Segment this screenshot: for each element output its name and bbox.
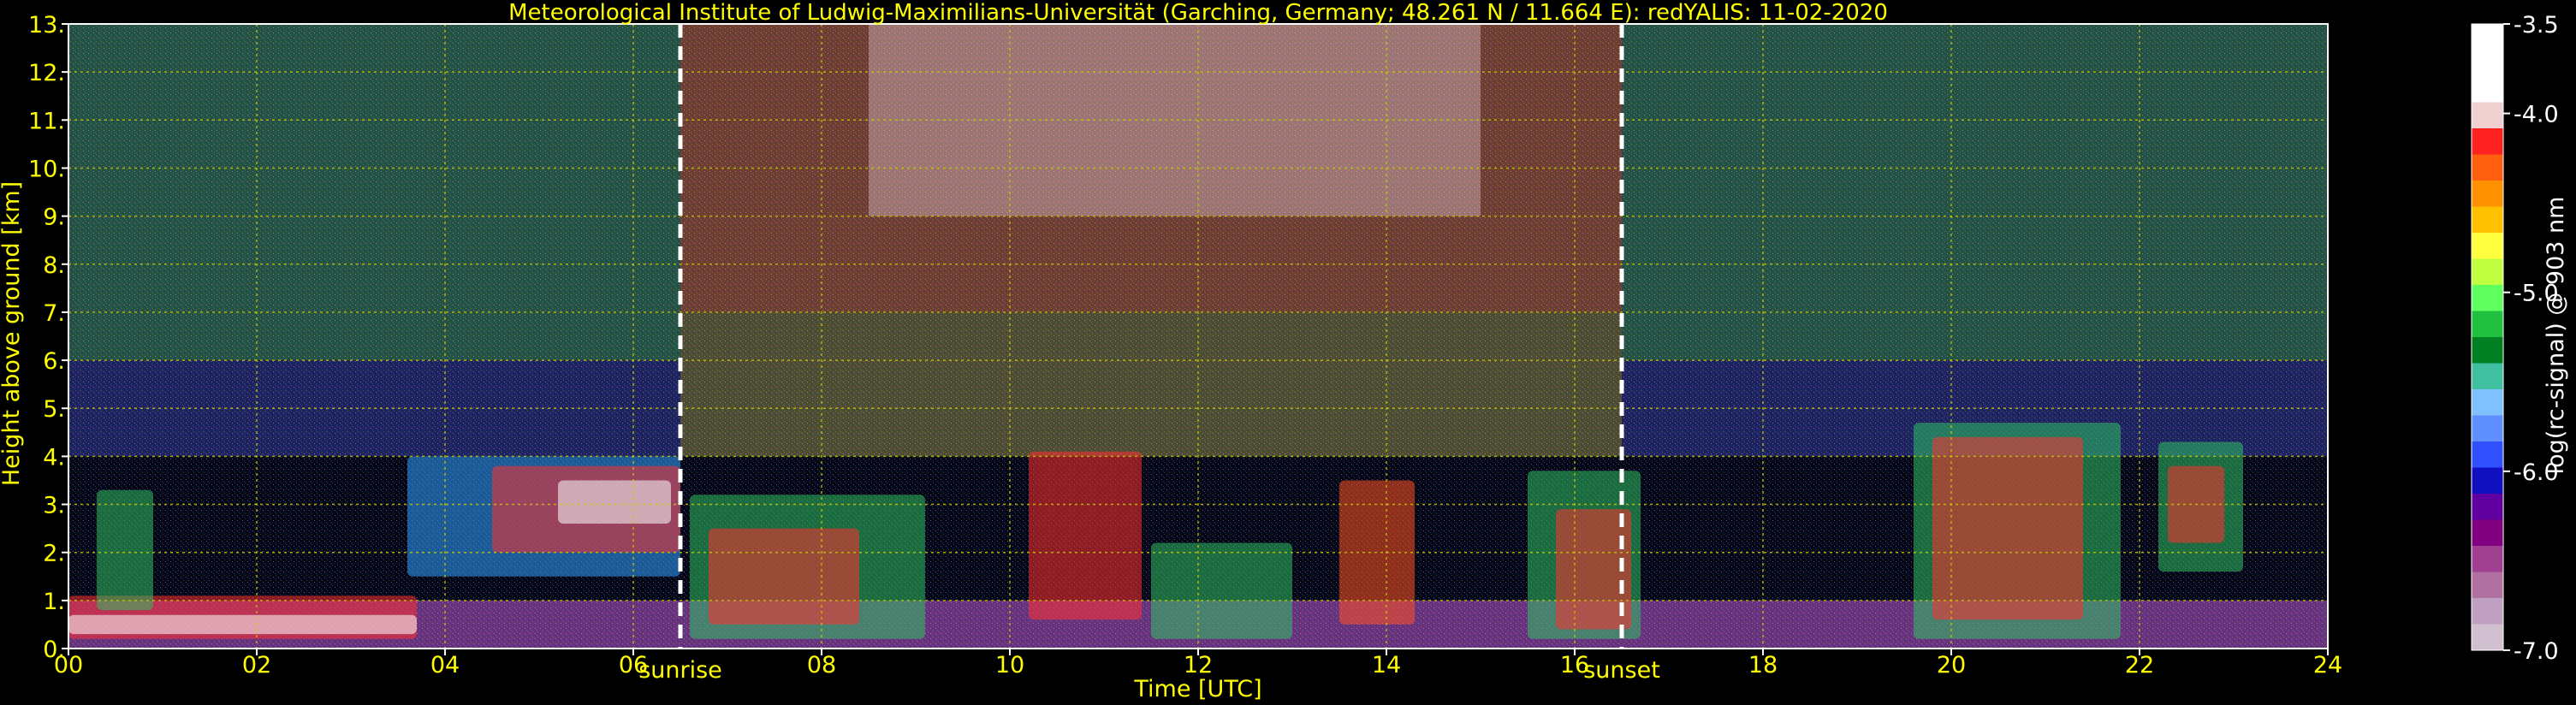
- x-axis-title: Time [UTC]: [1133, 676, 1261, 702]
- backscatter-feature: [1029, 451, 1142, 620]
- x-tick-label: 12: [1184, 652, 1213, 678]
- x-tick-label: 02: [242, 652, 271, 678]
- x-tick-label: 22: [2125, 652, 2154, 678]
- y-tick-label: 13.: [28, 12, 65, 39]
- y-tick-label: 11.: [28, 108, 65, 134]
- backscatter-feature: [97, 489, 153, 611]
- x-tick-label: 04: [430, 652, 460, 678]
- y-tick-label: 2.: [43, 541, 65, 567]
- colorbar-segment: [2472, 337, 2503, 364]
- backscatter-feature: [558, 480, 671, 524]
- colorbar-segment: [2472, 285, 2503, 311]
- colorbar-segment: [2472, 441, 2503, 468]
- sunrise-label: sunrise: [638, 657, 722, 684]
- colorbar-segment: [2472, 50, 2503, 77]
- colorbar-tick-label: -7.0: [2514, 638, 2559, 665]
- colorbar-segment: [2472, 233, 2503, 259]
- y-tick-label: 9.: [43, 204, 65, 231]
- chart-title: Meteorological Institute of Ludwig-Maxim…: [508, 0, 1888, 26]
- colorbar-segment: [2472, 128, 2503, 155]
- y-tick-label: 10.: [28, 156, 65, 182]
- colorbar-segment: [2472, 519, 2503, 547]
- colorbar-segment: [2472, 546, 2503, 572]
- colorbar-segment: [2472, 311, 2503, 338]
- colorbar-tick-label: -4.0: [2514, 102, 2559, 128]
- colorbar-segment: [2472, 598, 2503, 625]
- colorbar-segment: [2472, 494, 2503, 520]
- colorbar-tick-label: -3.5: [2514, 12, 2559, 39]
- colorbar-segment: [2472, 206, 2503, 234]
- y-axis-title: Height above ground [km]: [0, 181, 25, 486]
- x-tick-label: 18: [1748, 652, 1778, 678]
- colorbar-segment: [2472, 415, 2503, 442]
- y-tick-label: 3.: [43, 493, 65, 519]
- x-tick-label: 10: [995, 652, 1024, 678]
- y-tick-label: 1.: [43, 589, 65, 615]
- backscatter-feature: [68, 614, 417, 635]
- colorbar-segment: [2472, 154, 2503, 181]
- colorbar-segment: [2472, 102, 2503, 129]
- y-tick-label: 7.: [43, 300, 65, 327]
- colorbar-segment: [2472, 181, 2503, 207]
- colorbar: -3.5-4.0-5.0-6.0-7.0log(rc-signal) @ 903…: [2471, 12, 2569, 665]
- y-tick-label: 12.: [28, 60, 65, 86]
- x-tick-label: 06: [619, 652, 648, 678]
- y-tick-label: 5.: [43, 396, 65, 423]
- colorbar-segment: [2472, 389, 2503, 416]
- sunset-label: sunset: [1583, 657, 1660, 684]
- colorbar-title: log(rc-signal) @ 903 nm: [2543, 197, 2569, 475]
- lidar-chart: sunrise sunset 0.1.2.3.4.5.6.7.8.9.10.11.…: [0, 0, 2569, 702]
- colorbar-segment: [2472, 24, 2503, 50]
- colorbar-segment: [2472, 467, 2503, 495]
- colorbar-segment: [2472, 624, 2503, 651]
- x-tick-label: 14: [1372, 652, 1401, 678]
- y-tick-label: 6.: [43, 348, 65, 375]
- colorbar-segment: [2472, 258, 2503, 286]
- colorbar-segment: [2472, 76, 2503, 103]
- x-tick-label: 00: [54, 652, 83, 678]
- colorbar-segment: [2472, 363, 2503, 390]
- x-tick-label: 16: [1560, 652, 1589, 678]
- y-tick-label: 8.: [43, 252, 65, 279]
- x-tick-label: 08: [807, 652, 836, 678]
- x-tick-label: 24: [2313, 652, 2342, 678]
- colorbar-segment: [2472, 572, 2503, 599]
- backscatter-feature: [1151, 542, 1292, 639]
- backscatter-feature: [1932, 436, 2083, 620]
- x-tick-label: 20: [1937, 652, 1966, 678]
- backscatter-feature: [709, 528, 859, 625]
- y-tick-label: 4.: [43, 444, 65, 471]
